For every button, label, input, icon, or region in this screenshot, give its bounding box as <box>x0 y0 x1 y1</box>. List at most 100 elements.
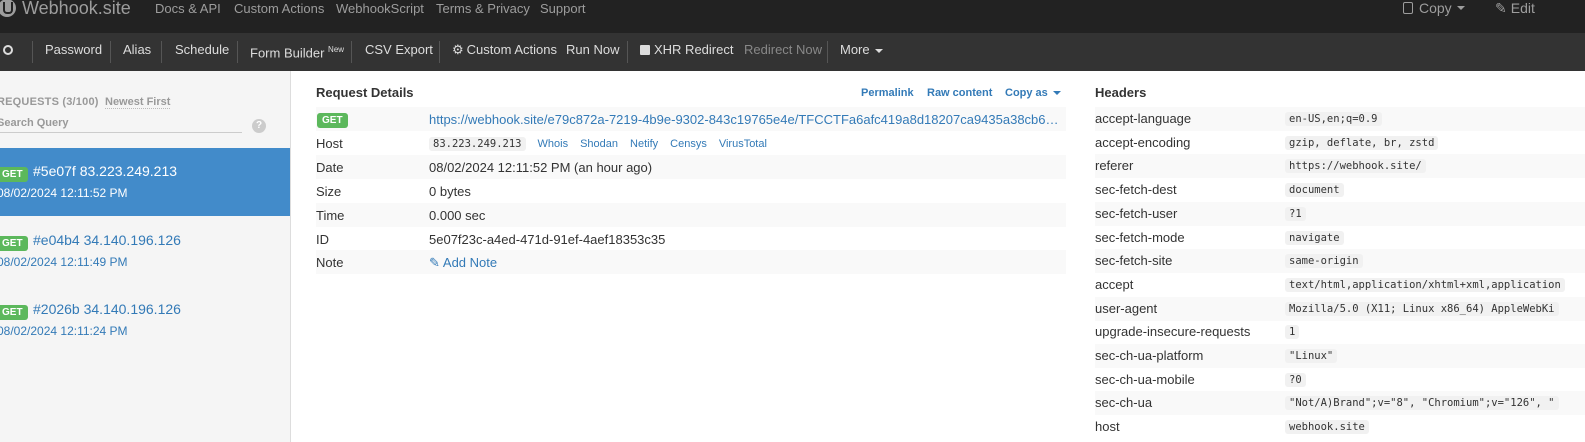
virustotal-link[interactable]: VirusTotal <box>719 138 767 150</box>
request-url-link[interactable]: https://webhook.site/e79c872a-7219-4b9e-… <box>429 112 1063 127</box>
header-key: sec-fetch-site <box>1095 253 1173 269</box>
schedule-button[interactable]: Schedule <box>175 33 229 71</box>
copy-dropdown[interactable]: Copy <box>1403 0 1465 16</box>
header-value: "Linux" <box>1285 349 1338 363</box>
note-label: Note <box>316 255 344 270</box>
chevron-down-icon <box>1052 91 1061 96</box>
header-value: text/html,application/xhtml+xml,applicat… <box>1285 277 1565 292</box>
request-date: 08/02/2024 12:11:49 PM <box>0 255 128 269</box>
brand-name: Webhook.site <box>22 0 131 18</box>
clock-icon[interactable] <box>3 45 13 55</box>
header-value: 1 <box>1285 325 1300 340</box>
custom-actions-label: Custom Actions <box>466 42 557 57</box>
header-value: document <box>1285 183 1344 198</box>
header-row: sec-fetch-user ?1 <box>1095 201 1585 226</box>
request-details-title: Request Details <box>316 85 414 100</box>
more-dropdown[interactable]: More <box>840 33 883 71</box>
help-icon[interactable]: ? <box>252 119 266 133</box>
whois-link[interactable]: Whois <box>538 138 569 150</box>
more-label: More <box>840 42 870 57</box>
brand-link[interactable]: Webhook.site <box>0 0 131 19</box>
size-row: Size 0 bytes <box>316 179 1066 203</box>
header-row: sec-ch-ua-platform "Linux" <box>1095 344 1585 368</box>
custom-actions-button[interactable]: ⚙ Custom Actions <box>452 33 557 71</box>
nav-webhookscript[interactable]: WebhookScript <box>336 1 424 17</box>
request-title: #2026b 34.140.196.126 <box>33 301 181 317</box>
form-builder-button[interactable]: Form Builder New <box>250 33 344 71</box>
shodan-link[interactable]: Shodan <box>580 138 618 150</box>
note-row: Note ✎ Add Note <box>316 250 1066 274</box>
permalink-link[interactable]: Permalink <box>861 87 914 99</box>
nav-support[interactable]: Support <box>540 1 586 17</box>
url-row: GET https://webhook.site/e79c872a-7219-4… <box>316 107 1066 131</box>
request-item[interactable]: GET #5e07f 83.223.249.213 08/02/2024 12:… <box>0 148 290 216</box>
date-label: Date <box>316 160 344 175</box>
id-value: 5e07f23c-a4ed-471d-91ef-4aef18353c35 <box>429 232 666 247</box>
header-row: sec-ch-ua-mobile ?0 <box>1095 368 1585 392</box>
copy-as-label: Copy as <box>1005 87 1048 99</box>
redirect-now-button[interactable]: Redirect Now <box>744 33 822 71</box>
copy-as-dropdown[interactable]: Copy as <box>1005 87 1061 99</box>
toolbar-divider <box>161 41 162 63</box>
method-badge: GET <box>0 305 28 320</box>
host-ip: 83.223.249.213 <box>429 137 526 151</box>
header-key: sec-ch-ua <box>1095 395 1153 411</box>
nav-terms-privacy[interactable]: Terms & Privacy <box>436 1 530 17</box>
csv-export-button[interactable]: CSV Export <box>365 33 433 71</box>
add-note-label: Add Note <box>442 255 498 270</box>
xhr-redirect-button[interactable]: XHR Redirect <box>640 33 733 71</box>
header-value: Mozilla/5.0 (X11; Linux x86_64) AppleWeb… <box>1285 301 1559 316</box>
alias-button[interactable]: Alias <box>123 33 151 71</box>
request-date: 08/02/2024 12:11:52 PM <box>0 186 128 200</box>
nav-docs-api[interactable]: Docs & API <box>155 1 221 17</box>
header-value: navigate <box>1285 230 1344 245</box>
sort-order-toggle[interactable]: Newest First <box>105 96 171 109</box>
run-now-button[interactable]: Run Now <box>566 33 619 71</box>
method-badge: GET <box>0 167 28 182</box>
date-row: Date 08/02/2024 12:11:52 PM (an hour ago… <box>316 155 1066 179</box>
edit-button[interactable]: ✎ Edit <box>1495 0 1535 16</box>
new-badge: New <box>328 45 345 54</box>
pencil-icon: ✎ <box>429 255 440 270</box>
edit-icon: ✎ <box>1495 0 1507 16</box>
requests-count: REQUESTS (3/100) <box>0 96 99 108</box>
header-value: en-US,en;q=0.9 <box>1285 112 1382 126</box>
request-title: #5e07f 83.223.249.213 <box>33 163 178 179</box>
password-button[interactable]: Password <box>45 33 102 71</box>
header-value: ?1 <box>1285 206 1306 221</box>
header-row: sec-fetch-site same-origin <box>1095 249 1585 274</box>
header-key: sec-fetch-user <box>1095 205 1178 221</box>
header-row: host webhook.site <box>1095 415 1585 439</box>
raw-content-link[interactable]: Raw content <box>927 87 992 99</box>
search-input[interactable] <box>0 114 242 133</box>
headers-title: Headers <box>1095 85 1147 100</box>
header-row: upgrade-insecure-requests 1 <box>1095 320 1585 344</box>
form-builder-label: Form Builder <box>250 45 325 61</box>
header-row: sec-fetch-mode navigate <box>1095 226 1585 250</box>
header-key: referer <box>1095 158 1134 174</box>
host-label: Host <box>316 136 343 151</box>
toolbar-divider <box>351 41 352 63</box>
header-key: accept-language <box>1095 111 1192 126</box>
toolbar-divider <box>627 41 628 63</box>
request-item[interactable]: GET #2026b 34.140.196.126 08/02/2024 12:… <box>0 286 290 354</box>
toolbar-divider <box>110 41 111 63</box>
webhook-logo-icon <box>0 0 16 17</box>
time-label: Time <box>316 208 345 223</box>
top-navbar: Webhook.site Docs & API Custom Actions W… <box>0 0 1585 33</box>
header-key: user-agent <box>1095 300 1158 316</box>
xhr-redirect-label: XHR Redirect <box>654 42 734 57</box>
size-value: 0 bytes <box>429 184 471 199</box>
request-item[interactable]: GET #e04b4 34.140.196.126 08/02/2024 12:… <box>0 217 290 285</box>
header-value: ?0 <box>1285 372 1306 387</box>
date-value: 08/02/2024 12:11:52 PM (an hour ago) <box>429 160 653 175</box>
censys-link[interactable]: Censys <box>670 138 707 150</box>
add-note-link[interactable]: ✎ Add Note <box>429 255 497 271</box>
method-badge: GET <box>317 113 348 128</box>
nav-custom-actions[interactable]: Custom Actions <box>234 1 324 17</box>
header-value: "Not/A)Brand";v="8", "Chromium";v="126",… <box>1285 396 1559 411</box>
netify-link[interactable]: Netify <box>630 138 658 150</box>
header-key: sec-fetch-mode <box>1095 229 1185 245</box>
id-row: ID 5e07f23c-a4ed-471d-91ef-4aef18353c35 <box>316 227 1066 251</box>
edit-label: Edit <box>1510 0 1535 16</box>
